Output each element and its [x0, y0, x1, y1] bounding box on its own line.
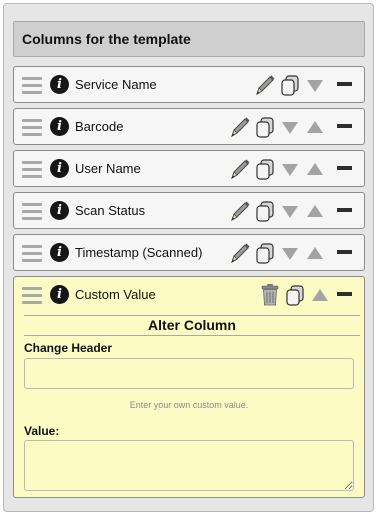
- info-icon[interactable]: i: [50, 117, 69, 136]
- info-icon[interactable]: i: [50, 201, 69, 220]
- collapse-icon[interactable]: [334, 199, 356, 223]
- column-label: Timestamp (Scanned): [75, 245, 203, 260]
- move-down-icon[interactable]: [279, 115, 301, 139]
- column-row-user-name: i User Name: [13, 150, 365, 187]
- pencil-icon[interactable]: [229, 115, 251, 139]
- info-icon[interactable]: i: [50, 159, 69, 178]
- drag-handle-icon[interactable]: [22, 77, 42, 94]
- move-up-icon[interactable]: [304, 241, 326, 265]
- collapse-icon[interactable]: [334, 115, 356, 139]
- info-icon[interactable]: i: [50, 75, 69, 94]
- column-label: Barcode: [75, 119, 124, 134]
- move-down-icon[interactable]: [279, 157, 301, 181]
- copy-icon[interactable]: [254, 157, 276, 181]
- collapse-icon[interactable]: [334, 157, 356, 181]
- column-row-service-name: i Service Name: [13, 66, 365, 103]
- column-label: Scan Status: [75, 203, 146, 218]
- column-row-custom-value: i Custom Value Alter Column Change Heade…: [13, 276, 365, 498]
- custom-value-hint: Enter your own custom value.: [129, 400, 249, 410]
- pencil-icon[interactable]: [229, 199, 251, 223]
- copy-icon[interactable]: [254, 115, 276, 139]
- copy-icon[interactable]: [254, 241, 276, 265]
- drag-handle-icon[interactable]: [22, 245, 42, 262]
- column-row-barcode: i Barcode: [13, 108, 365, 145]
- column-label: Service Name: [75, 77, 157, 92]
- columns-panel: Columns for the template i Service Name …: [3, 3, 374, 512]
- info-icon[interactable]: i: [50, 285, 69, 304]
- drag-handle-icon[interactable]: [22, 203, 42, 220]
- pencil-icon[interactable]: [254, 73, 276, 97]
- move-down-icon[interactable]: [304, 73, 326, 97]
- move-up-icon[interactable]: [309, 283, 331, 307]
- custom-value-textarea[interactable]: [24, 440, 354, 491]
- move-up-icon[interactable]: [304, 199, 326, 223]
- pencil-icon[interactable]: [229, 157, 251, 181]
- collapse-icon[interactable]: [334, 283, 356, 307]
- alter-column-title: Alter Column: [24, 315, 360, 336]
- column-row-timestamp: i Timestamp (Scanned): [13, 234, 365, 271]
- column-row-scan-status: i Scan Status: [13, 192, 365, 229]
- column-label: User Name: [75, 161, 141, 176]
- move-up-icon[interactable]: [304, 157, 326, 181]
- change-header-input[interactable]: [24, 358, 354, 389]
- column-label: Custom Value: [75, 287, 156, 302]
- copy-icon[interactable]: [254, 199, 276, 223]
- drag-handle-icon[interactable]: [22, 119, 42, 136]
- copy-icon[interactable]: [279, 73, 301, 97]
- copy-icon[interactable]: [284, 283, 306, 307]
- value-label: Value:: [24, 424, 60, 438]
- drag-handle-icon[interactable]: [22, 161, 42, 178]
- page-title: Columns for the template: [13, 21, 365, 57]
- change-header-label: Change Header: [24, 341, 113, 355]
- move-down-icon[interactable]: [279, 241, 301, 265]
- drag-handle-icon[interactable]: [22, 287, 42, 304]
- collapse-icon[interactable]: [334, 73, 356, 97]
- trash-icon[interactable]: [259, 283, 281, 307]
- pencil-icon[interactable]: [229, 241, 251, 265]
- move-up-icon[interactable]: [304, 115, 326, 139]
- move-down-icon[interactable]: [279, 199, 301, 223]
- collapse-icon[interactable]: [334, 241, 356, 265]
- info-icon[interactable]: i: [50, 243, 69, 262]
